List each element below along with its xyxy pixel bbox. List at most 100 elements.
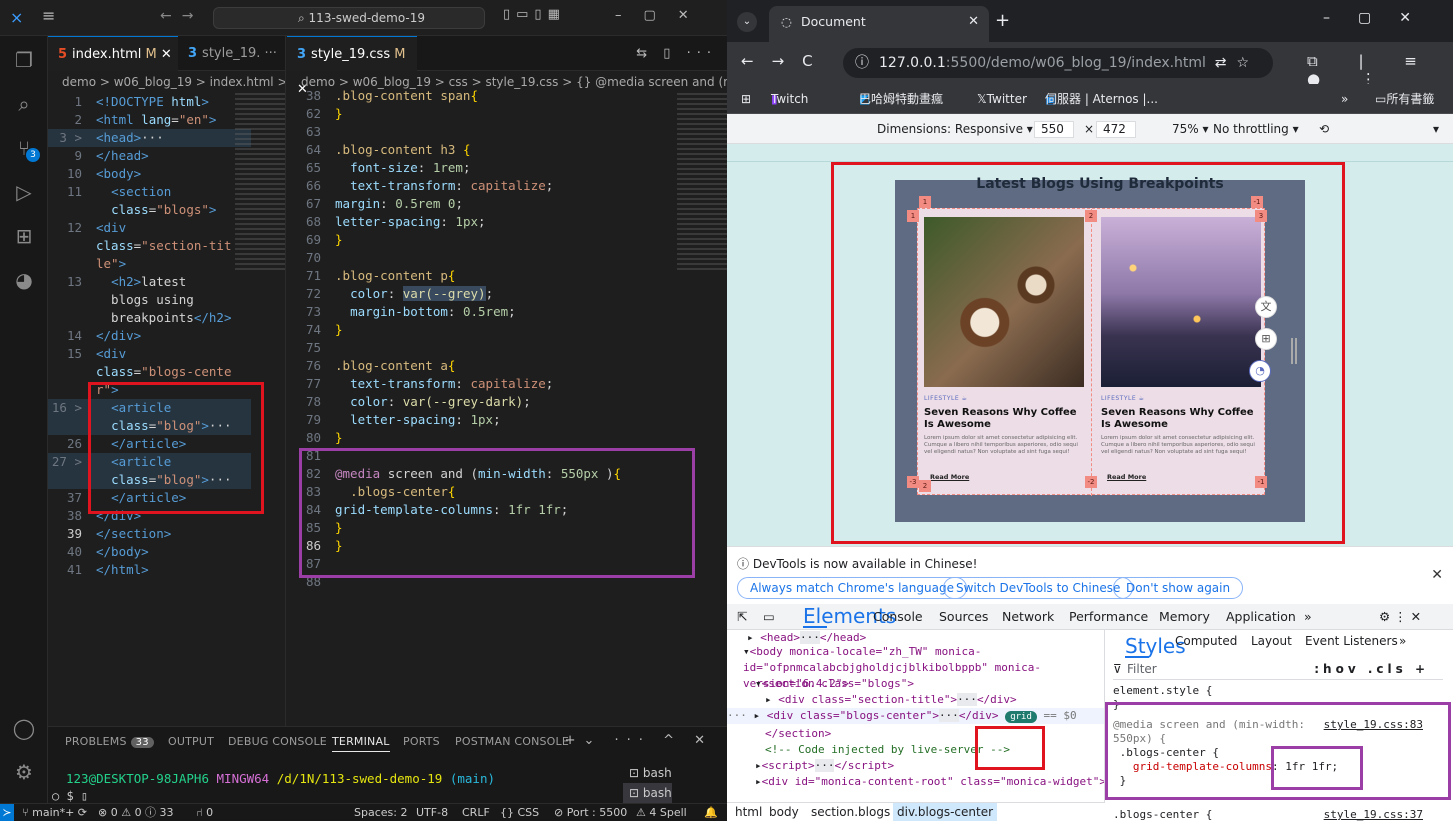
extensions-icon[interactable]: ⊞ bbox=[12, 224, 36, 248]
crumb-html[interactable]: html bbox=[735, 803, 762, 821]
width-input[interactable]: 550 bbox=[1034, 121, 1074, 138]
settings-gear-icon[interactable]: ⚙ bbox=[12, 760, 36, 784]
media-query-ruler[interactable] bbox=[727, 144, 1453, 162]
close-tab-icon[interactable]: ✕ bbox=[968, 6, 979, 38]
branch[interactable]: ⑂ main*+ ⟳ bbox=[22, 804, 87, 821]
terminal-item[interactable]: ⊡ bash bbox=[623, 783, 672, 803]
inspect-icon[interactable]: ⇱ bbox=[737, 604, 747, 630]
tab-network[interactable]: Network bbox=[1002, 604, 1054, 630]
nav-arrows-icon[interactable]: ←→ bbox=[160, 8, 203, 24]
indent-status[interactable]: Spaces: 2 bbox=[354, 804, 407, 821]
close-icon[interactable]: ✕ bbox=[161, 47, 172, 62]
run-debug-icon[interactable]: ▷ bbox=[12, 180, 36, 204]
zoom-select[interactable]: 75% ▾ bbox=[1172, 114, 1209, 144]
crumb-body[interactable]: body bbox=[769, 803, 799, 821]
blogs-center-rule[interactable]: .blogs-center {style_19.css:37 bbox=[1113, 808, 1423, 821]
tab-debug-console[interactable]: DEBUG CONSOLE bbox=[228, 735, 327, 748]
tab-postman-console[interactable]: POSTMAN CONSOLE bbox=[455, 735, 569, 748]
tab-elements[interactable]: Elements bbox=[803, 604, 896, 628]
window-controls[interactable]: –▢✕ bbox=[1323, 10, 1439, 26]
more-bookmarks[interactable]: » bbox=[1341, 84, 1348, 114]
rotate-icon[interactable]: ⟲ bbox=[1319, 114, 1329, 144]
tab-sources[interactable]: Sources bbox=[939, 604, 988, 630]
notifications-icon[interactable]: 🔔 bbox=[704, 804, 718, 821]
terminal-input[interactable]: ○ $ ▯ bbox=[52, 789, 88, 803]
account-icon[interactable]: ◯ bbox=[12, 716, 36, 740]
device-more-icon[interactable]: ▾ bbox=[1433, 114, 1439, 144]
dom-node[interactable]: </section> bbox=[765, 726, 831, 742]
dom-node-selected[interactable]: ··· ▸ <div class="blogs-center">···</div… bbox=[727, 708, 1104, 724]
language-status[interactable]: {} CSS bbox=[500, 804, 539, 821]
breadcrumb[interactable]: demo > w06_blog_19 > index.html > bbox=[48, 71, 285, 93]
tab-layout[interactable]: Layout bbox=[1251, 634, 1292, 648]
crumb-blogs-center[interactable]: div.blogs-center bbox=[893, 803, 998, 821]
height-input[interactable]: 472 bbox=[1096, 121, 1136, 138]
tab-search-icon[interactable]: ⌄ bbox=[737, 12, 757, 32]
source-link[interactable]: style_19.css:37 bbox=[1324, 808, 1423, 821]
nav-buttons[interactable]: ←→C bbox=[741, 52, 831, 70]
filter-tools[interactable]: :hov .cls + bbox=[1314, 658, 1429, 680]
editor-actions[interactable]: ⇆ ▯ ··· bbox=[636, 36, 717, 71]
address-bar[interactable]: ⓘ 127.0.0.1:5500/demo/w06_blog_19/index.… bbox=[843, 48, 1273, 78]
tab-performance[interactable]: Performance bbox=[1069, 604, 1148, 630]
tab-computed[interactable]: Computed bbox=[1175, 634, 1237, 648]
explorer-icon[interactable]: ❐ bbox=[12, 48, 36, 72]
minimap-right[interactable] bbox=[677, 93, 727, 273]
ports-status[interactable]: ⑁ 0 bbox=[196, 804, 213, 821]
live-server-port[interactable]: ⊘ Port : 5500 bbox=[554, 804, 627, 821]
terminal-prompt[interactable]: 123@DESKTOP-98JAPH6 MINGW64 /d/1N/113-sw… bbox=[66, 771, 495, 786]
tab-problems[interactable]: PROBLEMS 33 bbox=[65, 735, 154, 748]
switch-devtools-chinese-button[interactable]: Switch DevTools to Chinese bbox=[943, 577, 1134, 599]
eol-status[interactable]: CRLF bbox=[462, 804, 490, 821]
filter-input[interactable]: Filter bbox=[1127, 658, 1157, 680]
encoding-status[interactable]: UTF-8 bbox=[416, 804, 448, 821]
apps-icon[interactable]: ⊞ bbox=[741, 84, 751, 114]
close-icon[interactable]: ✕ bbox=[1431, 567, 1443, 583]
dom-node[interactable]: <!-- Code injected by live-server --> bbox=[765, 742, 1010, 758]
extension-icons[interactable]: ⧉ | ≡ ● ⋮ bbox=[1307, 52, 1453, 88]
tab-terminal[interactable]: TERMINAL bbox=[332, 735, 390, 752]
new-tab-button[interactable]: + bbox=[995, 10, 1010, 31]
remote-icon[interactable]: ≻ bbox=[0, 804, 14, 821]
minimap-left[interactable] bbox=[235, 93, 285, 273]
more-tabs[interactable]: » bbox=[1304, 604, 1312, 630]
throttle-select[interactable]: No throttling ▾ bbox=[1213, 114, 1299, 144]
grid-badge[interactable]: grid bbox=[1005, 711, 1037, 723]
problems-status[interactable]: ⊗ 0 ⚠ 0 ⓘ 33 bbox=[98, 804, 174, 821]
panel-actions[interactable]: +⌄ ··· ^ ✕ bbox=[565, 733, 713, 748]
device-toggle-icon[interactable]: ▭ bbox=[763, 604, 775, 630]
terminal-item[interactable]: ⊡ bash bbox=[623, 763, 672, 783]
tab-console[interactable]: Console bbox=[873, 604, 923, 630]
remote-icon[interactable]: ◕ bbox=[12, 268, 36, 292]
dom-node[interactable]: ▸ <div class="section-title">···</div> bbox=[765, 692, 1017, 708]
spell-status[interactable]: ⚠ 4 Spell bbox=[636, 804, 687, 821]
dom-node[interactable]: ▾<section class="blogs"> bbox=[755, 676, 914, 692]
tab-event-listeners[interactable]: Event Listeners bbox=[1305, 634, 1398, 648]
dont-show-again-button[interactable]: Don't show again bbox=[1113, 577, 1244, 599]
tab-styles[interactable]: Styles bbox=[1125, 634, 1186, 658]
tab-memory[interactable]: Memory bbox=[1159, 604, 1210, 630]
dom-node[interactable]: ▸<script>···</script> bbox=[755, 758, 894, 774]
chrome-tab-document[interactable]: ◌ Document ✕ bbox=[769, 6, 989, 42]
elements-tree[interactable]: ▸ <head>···</head> ▾<body monica-locale=… bbox=[727, 630, 1105, 802]
always-match-language-button[interactable]: Always match Chrome's language bbox=[737, 577, 967, 599]
layout-toggle-icons[interactable]: ▯▭▯▦ bbox=[503, 7, 566, 22]
window-controls[interactable]: –▢✕ bbox=[615, 8, 711, 23]
command-center-search[interactable]: ⌕ 113-swed-demo-19 bbox=[213, 7, 485, 29]
tab-ports[interactable]: PORTS bbox=[403, 735, 440, 748]
tab-style-css[interactable]: 3 style_19.css M ✕ bbox=[287, 36, 417, 97]
all-bookmarks[interactable]: ▭ 所有書籤 bbox=[1375, 84, 1434, 114]
more-tabs[interactable]: » bbox=[1399, 634, 1406, 648]
crumb-section[interactable]: section.blogs bbox=[811, 803, 890, 821]
styles-filter[interactable]: ⊽ Filter :hov .cls + bbox=[1113, 658, 1443, 680]
dom-node[interactable]: ▸<div id="monica-content-root" class="mo… bbox=[755, 774, 1104, 790]
source-control-icon[interactable]: ⑂ 3 bbox=[12, 136, 40, 162]
site-info-icon[interactable]: ⓘ bbox=[855, 48, 869, 78]
translate-bookmark-icons[interactable]: ⇄☆ bbox=[1215, 48, 1259, 78]
tab-style-css-left[interactable]: 3 style_19. ··· bbox=[178, 36, 286, 71]
tab-index-html[interactable]: 5 index.html M ✕ bbox=[48, 36, 178, 71]
menu-icon[interactable]: ≡ bbox=[42, 6, 55, 25]
dimensions-select[interactable]: Dimensions: Responsive ▾ bbox=[877, 114, 1033, 144]
tab-application[interactable]: Application bbox=[1226, 604, 1296, 630]
tab-output[interactable]: OUTPUT bbox=[168, 735, 214, 748]
